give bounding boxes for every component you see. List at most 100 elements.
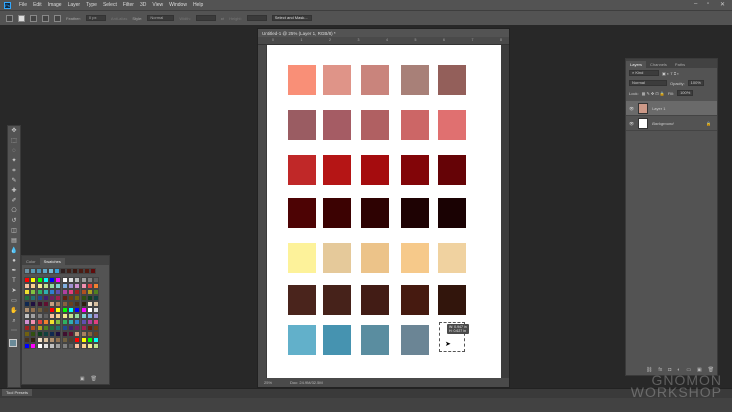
tab-layers[interactable]: Layers [626, 61, 647, 68]
more-tool-icon[interactable]: ⋯ [9, 327, 19, 336]
color-swatch[interactable] [323, 198, 351, 228]
color-swatch[interactable] [361, 65, 389, 95]
new-group-icon[interactable]: ▣ [80, 376, 85, 382]
color-swatch[interactable] [288, 285, 316, 315]
menu-type[interactable]: Type [86, 2, 97, 8]
tool-presets-tab[interactable]: Tool Presets [2, 389, 33, 396]
stamp-tool-icon[interactable]: ⎔ [9, 207, 19, 216]
color-swatch[interactable] [438, 65, 466, 95]
color-swatch[interactable] [288, 110, 316, 140]
brush-tool-icon[interactable]: ✐ [9, 197, 19, 206]
quick-select-tool-icon[interactable]: ✦ [9, 157, 19, 166]
layer-row-background[interactable]: 👁 Background 🔒 [626, 116, 717, 131]
color-swatch[interactable] [438, 243, 466, 273]
document-tab[interactable]: Untitled-1 @ 25% (Layer 1, RGB/8) * [258, 29, 509, 37]
swatch[interactable] [93, 343, 100, 349]
color-swatch[interactable] [401, 285, 429, 315]
color-swatch[interactable] [438, 155, 466, 185]
eye-icon[interactable]: 👁 [629, 106, 634, 111]
tab-swatches[interactable]: Swatches [39, 258, 65, 265]
color-swatch[interactable] [361, 155, 389, 185]
color-swatch[interactable] [438, 198, 466, 228]
menu-file[interactable]: File [19, 2, 27, 8]
history-brush-tool-icon[interactable]: ↺ [9, 217, 19, 226]
shape-tool-icon[interactable]: ▭ [9, 297, 19, 306]
color-swatch[interactable] [323, 285, 351, 315]
swatch[interactable] [49, 343, 56, 349]
minimize-icon[interactable]: – [694, 1, 697, 7]
color-swatch[interactable] [401, 110, 429, 140]
swatch[interactable] [24, 343, 30, 349]
width-input[interactable] [195, 15, 216, 21]
dodge-tool-icon[interactable]: ● [9, 257, 19, 266]
crop-tool-icon[interactable]: ⌗ [9, 167, 19, 176]
height-input[interactable] [246, 15, 267, 21]
pen-tool-icon[interactable]: ✒ [9, 267, 19, 276]
color-swatch[interactable] [361, 198, 389, 228]
hand-tool-icon[interactable]: ✋ [9, 307, 19, 316]
tab-color[interactable]: Color [22, 258, 40, 265]
recent-swatch[interactable] [90, 268, 96, 274]
color-swatch[interactable] [323, 65, 351, 95]
color-swatch[interactable] [438, 285, 466, 315]
color-swatch[interactable] [361, 110, 389, 140]
eraser-tool-icon[interactable]: ◫ [9, 227, 19, 236]
healing-tool-icon[interactable]: ✚ [9, 187, 19, 196]
swatch[interactable] [30, 343, 37, 349]
color-swatch[interactable] [288, 198, 316, 228]
menu-edit[interactable]: Edit [33, 2, 42, 8]
color-swatch[interactable] [288, 243, 316, 273]
subtract-selection-icon[interactable] [42, 14, 49, 22]
color-swatch[interactable] [361, 285, 389, 315]
intersect-selection-icon[interactable] [54, 14, 61, 22]
swatch[interactable] [68, 343, 75, 349]
lasso-tool-icon[interactable]: ◌ [9, 147, 19, 156]
add-selection-icon[interactable] [30, 14, 37, 22]
menu-3d[interactable]: 3D [140, 2, 146, 8]
layer-row-layer-1[interactable]: 👁 Layer 1 [626, 101, 717, 116]
lock-icons[interactable]: ▦ ✎ ✥ ⊡ 🔒 [642, 91, 665, 96]
color-swatch[interactable] [323, 110, 351, 140]
path-select-tool-icon[interactable]: ➤ [9, 287, 19, 296]
menu-window[interactable]: Window [169, 2, 187, 8]
color-swatch[interactable] [401, 325, 429, 355]
eye-icon[interactable]: 👁 [629, 121, 634, 126]
color-swatch[interactable] [401, 198, 429, 228]
color-swatch[interactable] [401, 65, 429, 95]
color-swatch[interactable] [323, 155, 351, 185]
style-select[interactable]: Normal [147, 15, 175, 21]
tab-paths[interactable]: Paths [671, 61, 689, 68]
menu-view[interactable]: View [152, 2, 163, 8]
eyedropper-tool-icon[interactable]: ✎ [9, 177, 19, 186]
antialias-checkbox[interactable]: Anti-alias [111, 16, 127, 21]
marquee-tool-preset[interactable] [6, 14, 13, 22]
color-swatch[interactable] [288, 155, 316, 185]
color-swatch[interactable] [361, 325, 389, 355]
menu-filter[interactable]: Filter [123, 2, 134, 8]
type-tool-icon[interactable]: T [9, 277, 19, 286]
menu-help[interactable]: Help [193, 2, 203, 8]
opacity-input[interactable]: 100% [687, 80, 704, 86]
menu-layer[interactable]: Layer [68, 2, 81, 8]
swatch[interactable] [42, 343, 49, 349]
foreground-color[interactable] [9, 339, 17, 347]
swatch[interactable] [74, 343, 81, 349]
move-tool-icon[interactable]: ✥ [9, 127, 19, 136]
gradient-tool-icon[interactable]: ▤ [9, 237, 19, 246]
canvas[interactable]: W: 0.947 in H: 0.627 in ➤ [267, 45, 501, 379]
tab-channels[interactable]: Channels [646, 61, 671, 68]
zoom-tool-icon[interactable]: ⌕ [9, 317, 19, 326]
select-and-mask-button[interactable]: Select and Mask... [271, 15, 312, 21]
color-swatch[interactable] [361, 243, 389, 273]
color-swatch[interactable] [323, 243, 351, 273]
color-swatch[interactable] [401, 243, 429, 273]
filter-kind-select[interactable]: ⌕ Kind [629, 70, 659, 76]
trash-icon[interactable]: 🗑 [91, 376, 97, 382]
color-swatch[interactable] [323, 325, 351, 355]
color-swatch[interactable] [288, 65, 316, 95]
marquee-tool-icon[interactable]: ⬚ [9, 137, 19, 146]
blend-mode-select[interactable]: Normal [629, 80, 667, 86]
menu-image[interactable]: Image [48, 2, 62, 8]
swatch[interactable] [61, 343, 68, 349]
color-swatch[interactable] [288, 325, 316, 355]
